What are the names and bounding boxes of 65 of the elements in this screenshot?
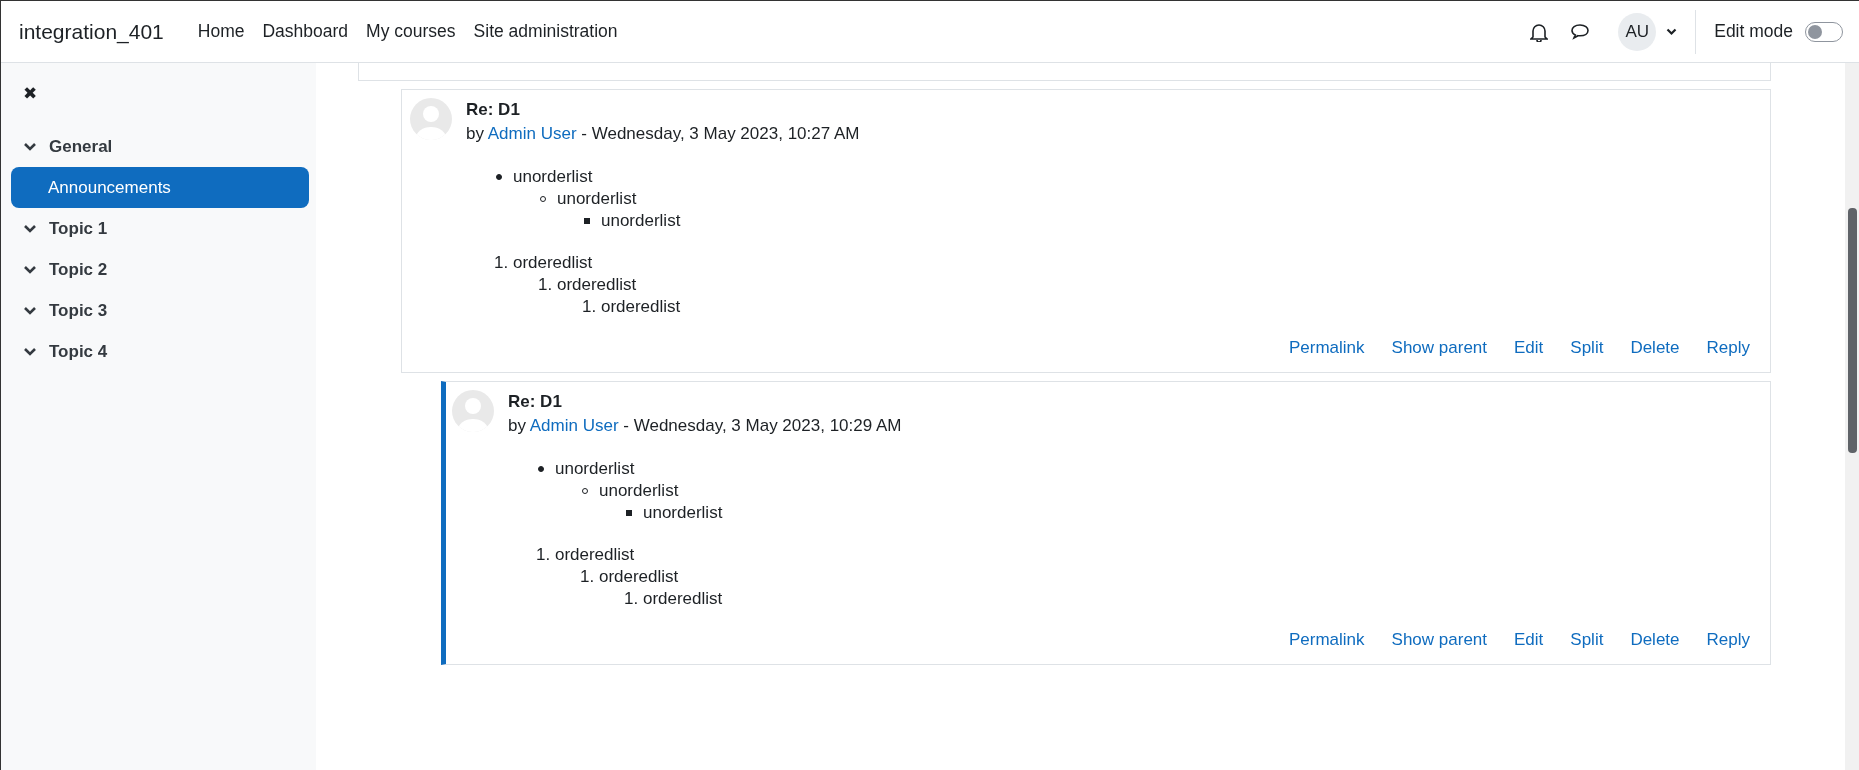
- list-item-text: 1. orderedlist: [494, 253, 593, 273]
- post-action-link[interactable]: Reply: [1706, 338, 1750, 358]
- section-link[interactable]: Topic 1: [49, 218, 108, 239]
- list-item-text: unorderlist: [513, 167, 593, 187]
- post-action-link[interactable]: Split: [1570, 630, 1604, 650]
- caret-icon: [1666, 27, 1678, 36]
- post-action-link[interactable]: Reply: [1706, 630, 1750, 650]
- list-item-text: 1. orderedlist: [538, 275, 637, 295]
- post-action-link[interactable]: Delete: [1630, 338, 1680, 358]
- user-avatar: AU: [1618, 12, 1657, 51]
- section-row[interactable]: General: [11, 126, 309, 167]
- chevron-down-icon: [23, 305, 37, 316]
- list-item-text: 1. orderedlist: [624, 589, 723, 609]
- sidebar-item[interactable]: Announcements: [11, 167, 309, 208]
- section-row[interactable]: Topic 3: [11, 290, 309, 331]
- post-action-link[interactable]: Permalink: [1288, 630, 1365, 650]
- list-item-text: unorderlist: [601, 211, 681, 231]
- post-byline: by Admin User - Wednesday, 3 May 2023, 10:27 AM: [466, 124, 860, 144]
- scrollbar-thumb[interactable]: [1848, 208, 1857, 453]
- chevron-down-icon: [23, 223, 37, 234]
- list-item-text: 1. orderedlist: [580, 567, 679, 587]
- post-action-link[interactable]: Show parent: [1391, 338, 1487, 358]
- speech-bubble-icon: [1570, 22, 1591, 41]
- nav-link[interactable]: Dashboard: [262, 21, 349, 42]
- chevron-down-icon: [23, 264, 37, 275]
- bullet-icon: [538, 466, 544, 472]
- section-link[interactable]: Topic 2: [49, 259, 108, 280]
- post-action-link[interactable]: Edit: [1514, 630, 1544, 650]
- section-row[interactable]: Topic 4: [11, 331, 309, 372]
- post-action-link[interactable]: Edit: [1514, 338, 1544, 358]
- post-action-link[interactable]: Show parent: [1391, 630, 1487, 650]
- chevron-down-icon: [23, 346, 37, 357]
- post-action-link[interactable]: Permalink: [1288, 338, 1365, 358]
- author-link[interactable]: Admin User: [529, 416, 619, 435]
- scrollbar[interactable]: [1845, 63, 1859, 770]
- user-menu[interactable]: AU: [1618, 12, 1696, 51]
- bullet-icon: [626, 510, 632, 516]
- section-link[interactable]: General: [49, 136, 113, 157]
- post-byline: by Admin User - Wednesday, 3 May 2023, 10:29 AM: [508, 416, 902, 436]
- section-row[interactable]: Topic 2: [11, 249, 309, 290]
- bullet-icon: [496, 174, 502, 180]
- list-item-text: 1. orderedlist: [536, 545, 635, 565]
- list-item-text: unorderlist: [643, 503, 723, 523]
- post-title: Re: D1: [508, 392, 563, 412]
- close-button[interactable]: ✖: [11, 83, 49, 104]
- site-name: integration_401: [19, 19, 164, 44]
- section-row[interactable]: Topic 1: [11, 208, 309, 249]
- author-link[interactable]: Admin User: [487, 124, 577, 143]
- post-action-link[interactable]: Split: [1570, 338, 1604, 358]
- edit-mode-switch[interactable]: [1805, 21, 1843, 42]
- list-item-text: 1. orderedlist: [582, 297, 681, 317]
- nav-link[interactable]: Home: [197, 21, 245, 42]
- post-title: Re: D1: [466, 100, 521, 120]
- post-action-link[interactable]: Delete: [1630, 630, 1680, 650]
- section-link[interactable]: Topic 3: [49, 300, 108, 321]
- nav-link[interactable]: My courses: [366, 21, 456, 42]
- bell-icon: [1530, 21, 1549, 42]
- bullet-icon: [584, 218, 590, 224]
- list-item-text: unorderlist: [557, 189, 637, 209]
- list-item-text: unorderlist: [599, 481, 679, 501]
- edit-mode-label: Edit mode: [1714, 21, 1793, 42]
- nav-link[interactable]: Site administration: [473, 21, 618, 42]
- section-link[interactable]: Topic 4: [49, 341, 108, 362]
- chevron-down-icon: [23, 141, 37, 152]
- list-item-text: unorderlist: [555, 459, 635, 479]
